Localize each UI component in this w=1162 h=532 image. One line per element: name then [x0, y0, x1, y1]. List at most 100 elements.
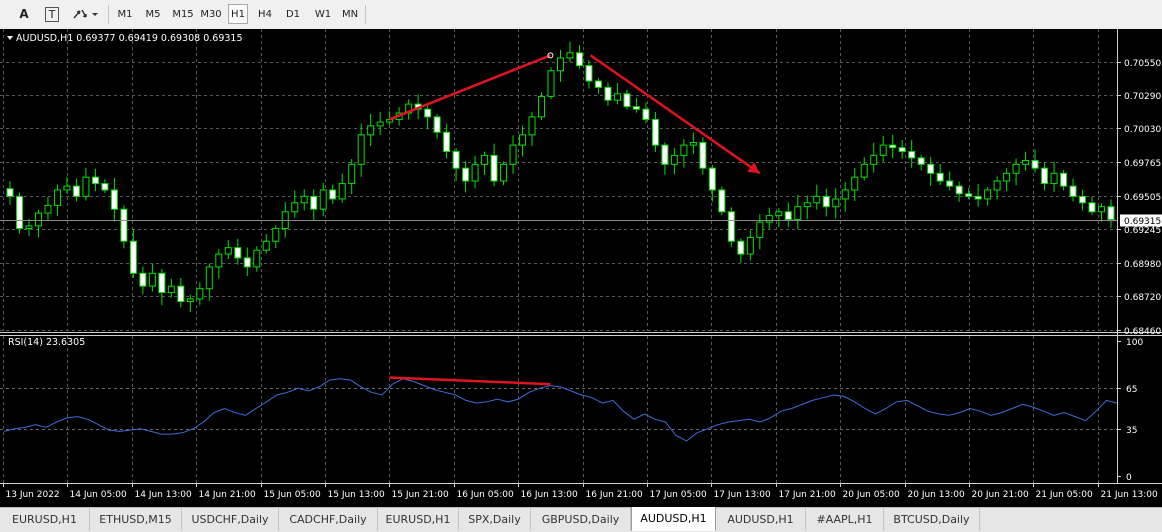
- arrows-tool-icon: [72, 7, 100, 21]
- rsi-y-tick-label: 35: [1126, 426, 1137, 436]
- x-tick-label: 15 Jun 21:00: [392, 490, 449, 500]
- x-tick-label: 15 Jun 05:00: [264, 490, 321, 500]
- timeframe-button-m30[interactable]: M30: [198, 4, 224, 24]
- candle-body: [966, 194, 972, 197]
- timeframe-button-w1[interactable]: W1: [311, 4, 335, 24]
- timeframe-button-m1[interactable]: M1: [114, 4, 136, 24]
- timeframe-button-d1[interactable]: D1: [281, 4, 305, 24]
- timeframe-button-m15[interactable]: M15: [170, 4, 196, 24]
- candle-body: [804, 203, 810, 207]
- main-title: AUDUSD,H1 0.69377 0.69419 0.69308 0.6931…: [7, 33, 243, 44]
- x-tick-label: 16 Jun 13:00: [521, 490, 578, 500]
- x-tick-label: 21 Jun 13:00: [1101, 490, 1158, 500]
- y-tick-label: 0.68720: [1124, 293, 1161, 303]
- y-tick-label: 0.68460: [1124, 327, 1161, 337]
- chart-tab-10[interactable]: BTCUSD,Daily: [884, 508, 980, 531]
- candle-body: [652, 119, 658, 145]
- timeframe-button-h1[interactable]: H1: [228, 4, 248, 24]
- candle-body: [643, 109, 649, 119]
- candle-body: [624, 94, 630, 107]
- candle-body: [178, 286, 184, 301]
- x-tick-label: 20 Jun 05:00: [843, 490, 900, 500]
- x-tick-label: 21 Jun 05:00: [1036, 490, 1093, 500]
- candle-body: [453, 152, 459, 169]
- candle-body: [529, 117, 535, 135]
- candle-body: [928, 164, 934, 173]
- chart-tab-1[interactable]: ETHUSD,M15: [90, 508, 182, 531]
- candle-body: [149, 273, 155, 286]
- x-tick-label: 16 Jun 21:00: [586, 490, 643, 500]
- candle-body: [690, 143, 696, 146]
- candle-body: [54, 190, 60, 205]
- candle-body: [349, 164, 355, 183]
- candle-body: [1023, 160, 1029, 164]
- arrows-tool-button[interactable]: [70, 4, 102, 24]
- candle-body: [586, 66, 592, 81]
- x-tick-label: 17 Jun 13:00: [714, 490, 771, 500]
- text-label-tool-button[interactable]: T: [42, 4, 62, 24]
- chart-tab-4[interactable]: EURUSD,H1: [378, 508, 459, 531]
- trend-line: [389, 55, 550, 119]
- candle-body: [121, 209, 127, 241]
- candle-body: [73, 186, 79, 196]
- annotations: [389, 53, 759, 384]
- x-tick-label: 17 Jun 05:00: [650, 490, 707, 500]
- candle-body: [168, 286, 174, 292]
- chart-window[interactable]: 13 Jun 202214 Jun 05:0014 Jun 13:0014 Ju…: [0, 29, 1162, 507]
- chart-tab-6[interactable]: GBPUSD,Daily: [531, 508, 631, 531]
- candle-body: [757, 222, 763, 237]
- candle-body: [871, 155, 877, 164]
- candle-body: [795, 207, 801, 220]
- candle-body: [785, 212, 791, 220]
- candle-body: [766, 216, 772, 222]
- rsi-y-tick-label: 100: [1126, 338, 1143, 348]
- chart-tab-3[interactable]: CADCHF,Daily: [279, 508, 378, 531]
- candle-body: [482, 155, 488, 164]
- candle-body: [254, 250, 260, 267]
- chart-tab-2[interactable]: USDCHF,Daily: [182, 508, 279, 531]
- y-tick-label: 0.70030: [1124, 125, 1161, 135]
- y-tick-label: 0.69505: [1124, 193, 1161, 203]
- y-tick-label: 0.70550: [1124, 59, 1161, 69]
- candle-body: [728, 212, 734, 241]
- candle-body: [700, 143, 706, 169]
- candle-body: [235, 248, 241, 258]
- chart-tab-7[interactable]: AUDUSD,H1: [631, 507, 716, 531]
- candle-body: [842, 190, 848, 199]
- candle-body: [539, 96, 545, 117]
- candle-body: [937, 173, 943, 181]
- candle-body: [1042, 168, 1048, 183]
- candle-body: [35, 213, 41, 226]
- candle-body: [92, 177, 98, 183]
- candle-body: [595, 81, 601, 87]
- candle-body: [719, 190, 725, 212]
- candle-body: [548, 71, 554, 97]
- candle-body: [975, 196, 981, 199]
- chart-tab-9[interactable]: #AAPL,H1: [806, 508, 884, 531]
- chart-tab-0[interactable]: EURUSD,H1: [0, 508, 90, 531]
- y-tick-label: 0.70290: [1124, 92, 1161, 102]
- candle-body: [311, 196, 317, 209]
- candle-body: [45, 205, 51, 213]
- candles: [0, 42, 1117, 312]
- candle-body: [1061, 173, 1067, 186]
- candle-body: [425, 109, 431, 117]
- timeframe-button-m5[interactable]: M5: [141, 4, 165, 24]
- chart-tab-5[interactable]: SPX,Daily: [459, 508, 531, 531]
- candle-body: [292, 203, 298, 212]
- x-tick-label: 13 Jun 2022: [6, 490, 60, 500]
- timeframe-button-mn[interactable]: MN: [338, 4, 362, 24]
- candle-body: [491, 155, 497, 181]
- collapse-triangle-icon: [7, 36, 13, 40]
- chart-tab-8[interactable]: AUDUSD,H1: [716, 508, 806, 531]
- text-tool-button[interactable]: A: [14, 4, 34, 24]
- candle-body: [1099, 207, 1105, 212]
- candle-body: [1089, 203, 1095, 212]
- chart-canvas[interactable]: 13 Jun 202214 Jun 05:0014 Jun 13:0014 Ju…: [0, 29, 1162, 507]
- candle-body: [605, 87, 611, 100]
- timeframe-button-h4[interactable]: H4: [253, 4, 277, 24]
- candle-body: [709, 168, 715, 190]
- candle-body: [244, 258, 250, 267]
- text-label-icon: T: [45, 7, 60, 22]
- candle-body: [1051, 173, 1057, 183]
